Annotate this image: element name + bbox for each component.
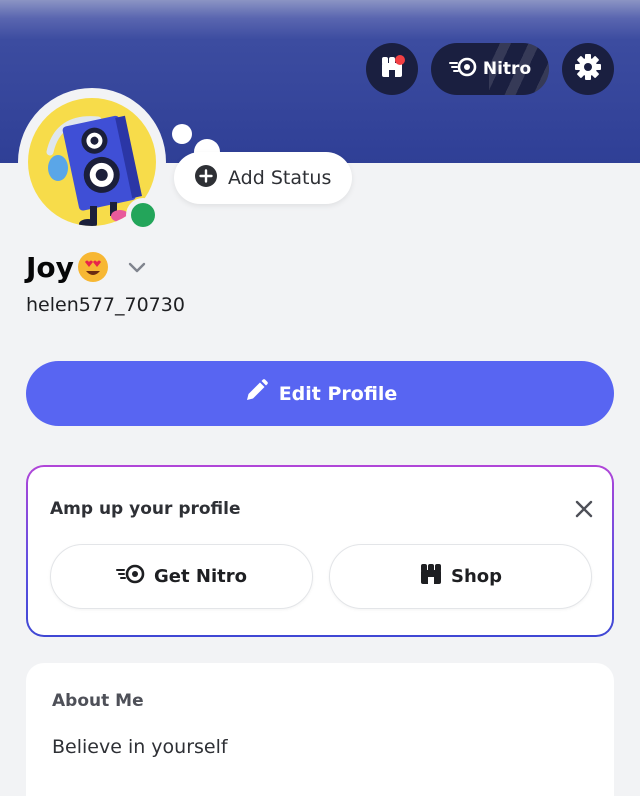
amp-card-title: Amp up your profile [50, 499, 241, 519]
username: helen577_70730 [26, 294, 185, 316]
shop-label: Shop [450, 566, 503, 587]
nitro-label: Nitro [482, 59, 532, 79]
get-nitro-label: Get Nitro [154, 566, 247, 587]
pencil-icon [243, 378, 269, 409]
close-icon[interactable] [572, 497, 596, 521]
chevron-down-icon[interactable] [127, 259, 147, 278]
plus-circle-icon [194, 164, 218, 193]
about-me-text: Believe in yourself [52, 736, 228, 758]
about-me-title: About Me [52, 691, 144, 711]
edit-profile-button[interactable]: Edit Profile [26, 361, 614, 426]
get-nitro-button[interactable]: Get Nitro [50, 544, 313, 609]
add-status-label: Add Status [228, 167, 332, 189]
shop-icon [419, 562, 443, 591]
display-name-text: Joy [26, 250, 74, 284]
edit-profile-label: Edit Profile [278, 382, 398, 405]
amp-profile-card: Amp up your profile Get Nitro Shop [26, 465, 614, 637]
add-status-button[interactable]: Add Status [174, 152, 352, 204]
heart-eyes-emoji-icon [76, 250, 110, 284]
nitro-header-button[interactable]: Nitro [431, 43, 549, 95]
about-me-card: About Me Believe in yourself [26, 663, 614, 796]
online-status-indicator [126, 198, 160, 232]
thought-bubble-small [172, 124, 192, 144]
display-name: Joy [26, 250, 110, 284]
shop-icon [379, 54, 405, 84]
nitro-icon [116, 564, 146, 589]
gear-icon [574, 53, 602, 85]
nitro-icon [448, 57, 477, 82]
settings-button[interactable] [562, 43, 614, 95]
shop-button[interactable]: Shop [329, 544, 592, 609]
shop-header-button[interactable] [366, 43, 418, 95]
